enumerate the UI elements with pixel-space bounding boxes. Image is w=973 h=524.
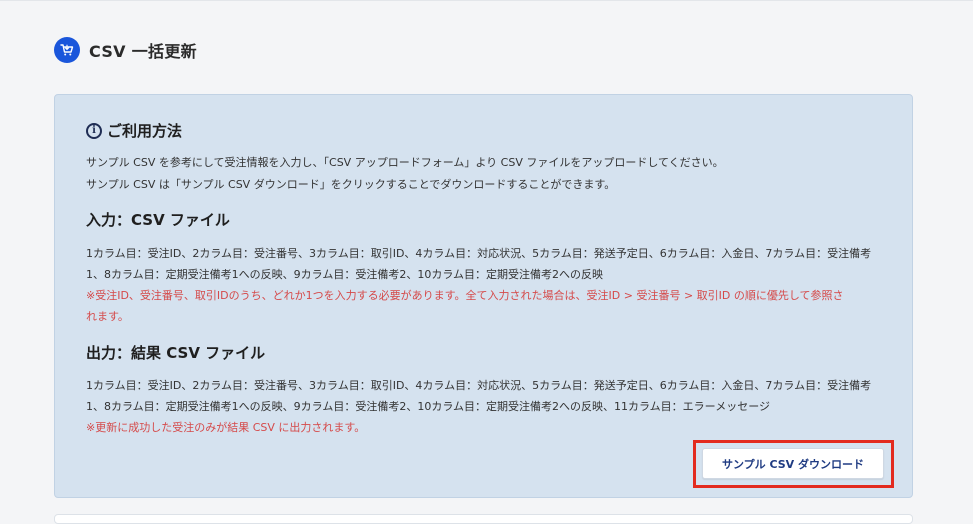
output-line-2: 1、8カラム目：定期受注備考1への反映、9カラム目：受注備考2、10カラム目：定…: [86, 400, 771, 413]
input-line-1: 1カラム目：受注ID、2カラム目：受注番号、3カラム目：取引ID、4カラム目：対…: [86, 247, 872, 260]
info-icon: i: [86, 122, 102, 139]
input-section-title: 入力：CSV ファイル: [86, 211, 230, 229]
input-note-2: れます。: [86, 310, 129, 323]
howto-title: ご利用方法: [107, 122, 183, 140]
sample-csv-download-button[interactable]: サンプル CSV ダウンロード: [702, 448, 884, 479]
upload-form-card: [54, 514, 913, 524]
output-note: ※更新に成功した受注のみが結果 CSV に出力されます。: [86, 421, 366, 434]
howto-line-1: サンプル CSV を参考にして受注情報を入力し、「CSV アップロードフォーム」…: [86, 156, 724, 169]
input-line-2: 1、8カラム目：定期受注備考1への反映、9カラム目：受注備考2、10カラム目：定…: [86, 268, 603, 281]
howto-heading: i ご利用方法: [86, 120, 182, 141]
top-divider: [0, 0, 973, 1]
output-section-title: 出力：結果 CSV ファイル: [86, 344, 266, 362]
cart-refresh-icon: [54, 37, 80, 63]
input-note-1: ※受注ID、受注番号、取引IDのうち、どれか1つを入力する必要があります。全て入…: [86, 289, 844, 302]
howto-line-2: サンプル CSV は「サンプル CSV ダウンロード」をクリックすることでダウン…: [86, 178, 616, 191]
page-header: CSV 一括更新: [54, 37, 197, 63]
output-line-1: 1カラム目：受注ID、2カラム目：受注番号、3カラム目：取引ID、4カラム目：対…: [86, 379, 872, 392]
page-title: CSV 一括更新: [89, 42, 197, 61]
